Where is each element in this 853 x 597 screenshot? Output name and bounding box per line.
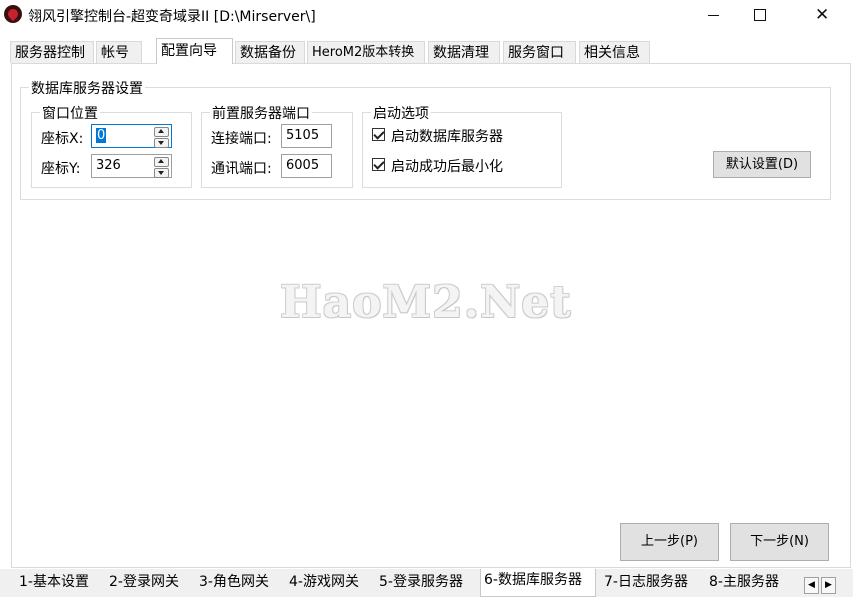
tab-server-control[interactable]: 服务器控制	[10, 41, 94, 63]
tab-account[interactable]: 帐号	[96, 41, 142, 63]
tab-login-server[interactable]: 5-登录服务器	[376, 571, 466, 594]
minimize-after-start-label[interactable]: 启动成功后最小化	[391, 156, 503, 176]
watermark-text: HaoM2.Net	[280, 277, 572, 328]
comm-port-input[interactable]: 6005	[281, 154, 332, 178]
minimize-button[interactable]	[691, 0, 737, 30]
coord-x-spin[interactable]	[154, 127, 169, 148]
default-settings-button[interactable]: 默认设置(D)	[713, 151, 811, 178]
connect-port-label: 连接端口:	[211, 131, 272, 147]
close-icon: ✕	[815, 5, 830, 25]
start-db-server-checkbox[interactable]	[372, 128, 385, 141]
startup-options-title: 启动选项	[371, 103, 431, 123]
maximize-button[interactable]	[737, 0, 783, 30]
tab-scroll-left-icon[interactable]: ◀	[804, 577, 819, 594]
minimize-after-start-checkbox[interactable]	[372, 158, 385, 171]
front-ports-title: 前置服务器端口	[210, 103, 312, 123]
coord-x-stepper[interactable]: 0	[91, 124, 172, 148]
coord-x-value: 0	[96, 128, 107, 143]
tab-herom2-convert[interactable]: HeroM2版本转换	[307, 41, 425, 63]
coord-y-stepper[interactable]: 326	[91, 154, 172, 178]
start-db-server-label[interactable]: 启动数据库服务器	[391, 126, 503, 146]
coord-y-spin[interactable]	[154, 157, 169, 178]
tab-related-info[interactable]: 相关信息	[579, 41, 650, 63]
tab-service-window[interactable]: 服务窗口	[503, 41, 576, 63]
tab-game-gateway[interactable]: 4-游戏网关	[286, 571, 362, 594]
tab-scroll-right-icon[interactable]: ▶	[821, 577, 836, 594]
tab-db-server[interactable]: 6-数据库服务器	[480, 569, 596, 597]
comm-port-label: 通讯端口:	[211, 161, 272, 177]
window-title: 翎风引擎控制台-超变奇域录II [D:\Mirserver\]	[28, 9, 316, 25]
prev-step-button[interactable]: 上一步(P)	[620, 523, 719, 561]
connect-port-input[interactable]: 5105	[281, 124, 332, 148]
tab-main-server[interactable]: 8-主服务器	[706, 571, 782, 594]
close-button[interactable]: ✕	[800, 0, 846, 30]
tab-basic-settings[interactable]: 1-基本设置	[16, 571, 92, 594]
db-settings-title: 数据库服务器设置	[29, 78, 145, 98]
bottom-tab-strip: 1-基本设置 2-登录网关 3-角色网关 4-游戏网关 5-登录服务器 6-数据…	[0, 569, 853, 597]
tab-role-gateway[interactable]: 3-角色网关	[196, 571, 272, 594]
tab-config-wizard[interactable]: 配置向导	[156, 38, 233, 64]
tab-data-cleanup[interactable]: 数据清理	[428, 41, 500, 63]
coord-x-label: 座标X:	[41, 131, 84, 147]
top-tab-strip: 服务器控制 帐号 配置向导 数据备份 HeroM2版本转换 数据清理 服务窗口 …	[0, 38, 853, 64]
tab-data-backup[interactable]: 数据备份	[235, 41, 305, 63]
coord-y-value: 326	[96, 158, 121, 173]
next-step-button[interactable]: 下一步(N)	[730, 523, 829, 561]
tab-log-server[interactable]: 7-日志服务器	[601, 571, 691, 594]
coord-y-label: 座标Y:	[41, 161, 81, 177]
startup-options-group: 启动选项	[362, 103, 562, 188]
tab-login-gateway[interactable]: 2-登录网关	[106, 571, 182, 594]
title-bar: 翎风引擎控制台-超变奇域录II [D:\Mirserver\] ✕	[0, 0, 853, 32]
app-logo-icon	[4, 5, 22, 23]
window-position-title: 窗口位置	[40, 103, 100, 123]
